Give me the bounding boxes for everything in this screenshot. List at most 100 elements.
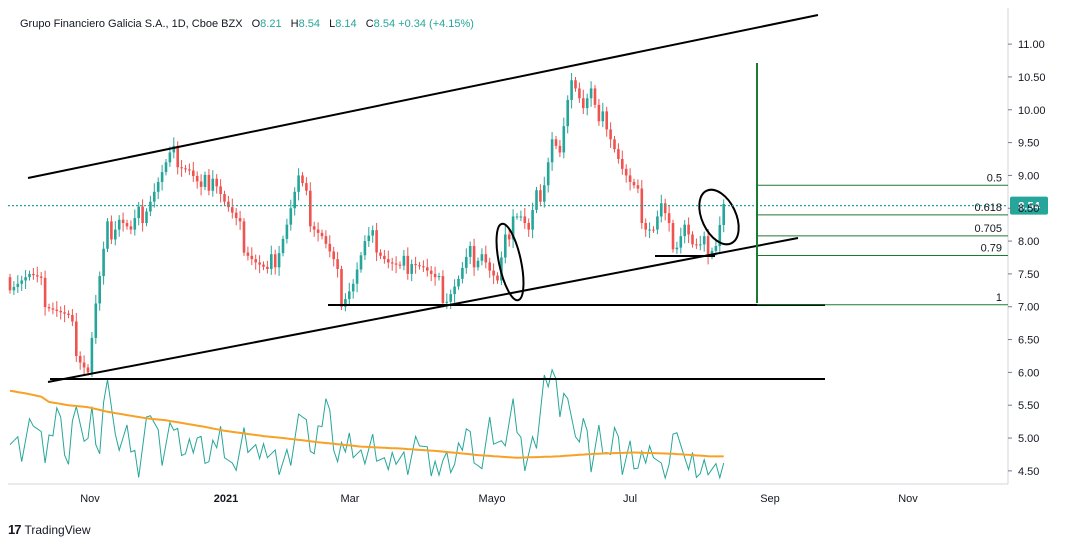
y-tick-label: 7.50 [1018, 269, 1039, 281]
candle-body [348, 291, 351, 300]
high-value: 8.54 [298, 18, 321, 30]
candle-body [722, 203, 725, 225]
candle-body [258, 262, 261, 265]
candle-body [250, 255, 254, 260]
candle-body [636, 185, 640, 189]
candle-body [332, 251, 335, 260]
high-label: H [290, 18, 299, 30]
candle-body [289, 208, 293, 225]
candle-body [507, 234, 511, 240]
candle-body [16, 283, 20, 288]
candle-body [336, 259, 339, 269]
candle-body [562, 126, 566, 153]
candle-body [621, 159, 624, 169]
candle-body [176, 145, 179, 168]
tradingview-brand[interactable]: 17 TradingView [8, 522, 91, 537]
tradingview-logo-icon: 17 [8, 522, 22, 537]
candle-body [246, 252, 250, 256]
close-label: C [365, 18, 374, 30]
candle-body [656, 216, 659, 230]
candle-body [223, 194, 226, 202]
candle-body [461, 267, 464, 279]
candle-body [535, 190, 538, 210]
candle-body [632, 181, 636, 186]
candle-body [359, 255, 363, 270]
candle-body [394, 263, 398, 265]
candle-body [254, 259, 257, 263]
candle-body [133, 218, 137, 230]
candle-body [320, 232, 324, 237]
candle-body [519, 216, 523, 218]
candle-body [453, 286, 456, 295]
candle-body [574, 80, 577, 89]
candle-body [476, 260, 480, 268]
y-tick-label: 8.50 [1018, 203, 1039, 215]
fib-level-label: 1 [996, 292, 1002, 304]
candle-body [390, 262, 394, 264]
candle-body [699, 244, 702, 246]
candle-body [679, 236, 683, 248]
candle-body [523, 216, 527, 224]
open-label: O [251, 18, 261, 30]
y-tick-label: 11.00 [1018, 39, 1045, 51]
candle-body [504, 234, 507, 258]
candle-body [211, 178, 215, 191]
candle-body [410, 264, 413, 274]
x-tick-label: Mayo [479, 493, 506, 505]
candle-body [270, 254, 273, 269]
candle-body [141, 206, 144, 224]
low-value: 8.14 [335, 18, 357, 30]
candle-body [47, 307, 51, 309]
candle-body [593, 88, 597, 105]
candle-body [609, 129, 612, 140]
candle-body [8, 277, 12, 291]
candle-body [418, 265, 421, 267]
candle-body [238, 218, 242, 222]
candle-body [305, 183, 308, 191]
candle-body [32, 273, 35, 276]
y-tick-label: 10.50 [1018, 72, 1046, 84]
candle-body [465, 256, 468, 268]
candle-body [324, 236, 328, 244]
candle-body [129, 226, 133, 230]
candle-body [437, 276, 441, 278]
close-value: 8.54 [373, 18, 396, 30]
candle-body [137, 206, 140, 219]
candle-body [379, 252, 382, 256]
candle-body [546, 162, 550, 186]
candle-body [277, 253, 281, 268]
candle-body [156, 181, 160, 192]
candle-body [110, 221, 113, 240]
brand-name: TradingView [24, 522, 91, 537]
candle-body [231, 207, 234, 213]
candle-body [301, 175, 304, 184]
candle-body [351, 283, 355, 292]
symbol-header: Grupo Financiero Galicia S.A., 1D, Cboe … [20, 18, 474, 30]
candle-body [515, 216, 519, 218]
y-tick-label: 8.00 [1018, 236, 1039, 248]
candle-body [624, 168, 628, 176]
candle-body [114, 229, 117, 240]
candle-body [566, 99, 569, 127]
candle-body [484, 254, 488, 263]
candle-body [117, 219, 121, 230]
candle-body [39, 276, 43, 278]
price-chart[interactable]: 8.54 0.5 0.618 0.705 0.79 1 11.00 10.50 10.00 9… [0, 0, 1069, 549]
candle-body [527, 223, 530, 230]
candle-body [102, 248, 105, 277]
candle-body [539, 190, 542, 202]
candle-body [383, 255, 386, 260]
candle-body [554, 139, 558, 146]
change-value: +0.34 (+4.15%) [398, 18, 474, 30]
candle-body [675, 247, 679, 250]
y-tick-label: 9.50 [1018, 138, 1039, 150]
candle-body [589, 88, 593, 99]
candle-body [628, 175, 632, 182]
candle-body [570, 80, 573, 100]
candle-body [63, 312, 66, 314]
candle-body [613, 139, 616, 150]
candle-body [480, 254, 484, 261]
candle-body [285, 224, 289, 239]
candle-body [86, 367, 90, 373]
candle-body [582, 98, 585, 109]
